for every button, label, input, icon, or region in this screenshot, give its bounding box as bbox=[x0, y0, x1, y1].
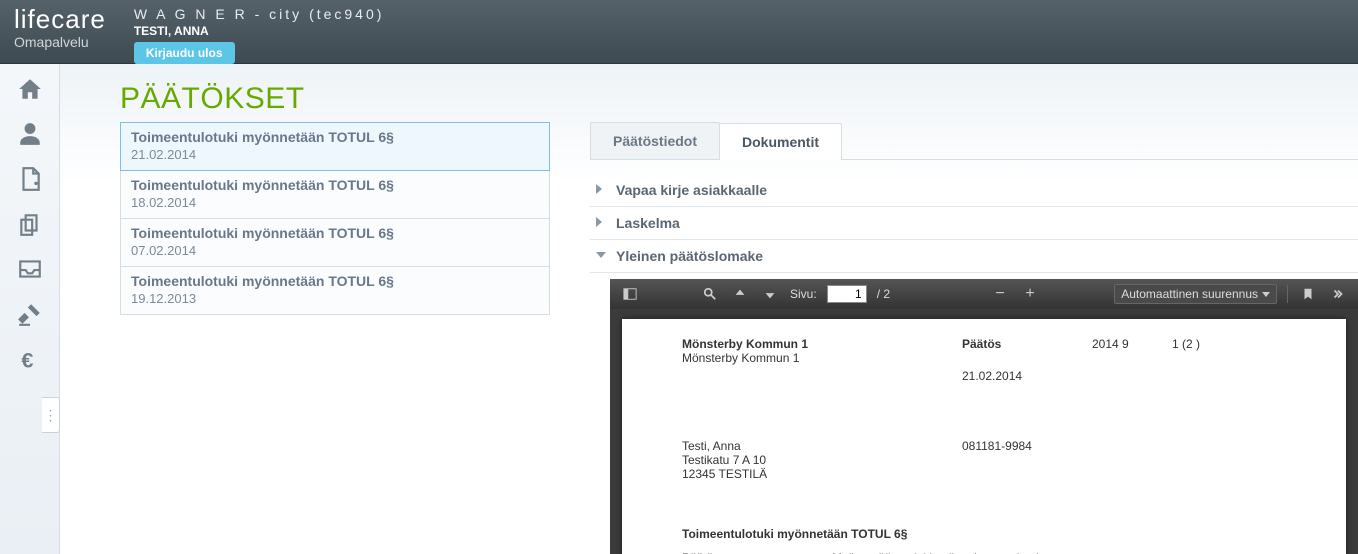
doc-page-count: 1 (2 ) bbox=[1172, 337, 1200, 383]
page-number-input[interactable] bbox=[827, 285, 867, 303]
search-icon bbox=[703, 287, 717, 301]
doc-street: Testikatu 7 A 10 bbox=[682, 453, 962, 467]
decision-list: Toimeentulotuki myönnetään TOTUL 6§ 21.0… bbox=[120, 122, 550, 554]
decision-item[interactable]: Toimeentulotuki myönnetään TOTUL 6§ 21.0… bbox=[120, 122, 550, 171]
search-button[interactable] bbox=[700, 284, 720, 304]
decision-item-date: 21.02.2014 bbox=[131, 147, 539, 162]
sidebar-toggle-button[interactable] bbox=[620, 284, 640, 304]
caret-right-icon bbox=[596, 184, 602, 194]
decision-item-date: 07.02.2014 bbox=[131, 243, 539, 258]
more-button[interactable] bbox=[1328, 284, 1348, 304]
user-block: W A G N E R - city (tec940) TESTI, ANNA … bbox=[134, 6, 385, 64]
logo-block: lifecare Omapalvelu bbox=[14, 6, 106, 50]
doc-org-name-2: Mönsterby Kommun 1 bbox=[682, 351, 962, 365]
accordion-label: Laskelma bbox=[616, 215, 680, 231]
decision-item-title: Toimeentulotuki myönnetään TOTUL 6§ bbox=[131, 273, 539, 289]
toolbar-separator bbox=[1287, 285, 1288, 303]
tab-paatostiedot[interactable]: Päätöstiedot bbox=[590, 122, 720, 159]
tab-dokumentit[interactable]: Dokumentit bbox=[719, 123, 842, 160]
gavel-icon bbox=[17, 301, 43, 327]
svg-text:€: € bbox=[21, 348, 33, 372]
document-accordion: Vapaa kirje asiakkaalle Laskelma Yleinen… bbox=[590, 174, 1358, 554]
logo-main: lifecare bbox=[14, 6, 106, 32]
doc-person-name: Testi, Anna bbox=[682, 439, 962, 453]
doc-ssn: 081181-9984 bbox=[962, 439, 1092, 481]
decision-item-date: 18.02.2014 bbox=[131, 195, 539, 210]
sidebar-item-inbox[interactable] bbox=[0, 256, 59, 287]
accordion-label: Vapaa kirje asiakkaalle bbox=[616, 182, 767, 198]
sidebar-expand-tab[interactable]: ⋮ bbox=[42, 397, 60, 433]
accordion-item-letter[interactable]: Vapaa kirje asiakkaalle bbox=[590, 174, 1358, 207]
app-header: lifecare Omapalvelu W A G N E R - city (… bbox=[0, 0, 1358, 64]
decision-item[interactable]: Toimeentulotuki myönnetään TOTUL 6§ 19.1… bbox=[120, 267, 550, 315]
minus-icon: − bbox=[995, 286, 1004, 302]
pdf-page: Mönsterby Kommun 1 Mönsterby Kommun 1 Pä… bbox=[622, 319, 1346, 554]
sidebar-item-gavel[interactable] bbox=[0, 301, 59, 332]
logo-sub: Omapalvelu bbox=[14, 34, 106, 50]
arrow-down-icon bbox=[763, 287, 777, 301]
chevrons-icon bbox=[1331, 287, 1345, 301]
zoom-in-button[interactable]: + bbox=[1020, 284, 1040, 304]
doc-date: 21.02.2014 bbox=[962, 369, 1092, 383]
doc-section-title: Toimeentulotuki myönnetään TOTUL 6§ bbox=[682, 527, 1306, 541]
caret-down-icon bbox=[596, 252, 606, 258]
arrow-up-icon bbox=[733, 287, 747, 301]
sidebar-item-euro[interactable]: € bbox=[0, 346, 59, 377]
inbox-icon bbox=[17, 256, 43, 282]
bookmark-button[interactable] bbox=[1298, 284, 1318, 304]
decision-item-title: Toimeentulotuki myönnetään TOTUL 6§ bbox=[131, 225, 539, 241]
bookmark-icon bbox=[1301, 287, 1315, 301]
document-plus-icon bbox=[17, 166, 43, 192]
accordion-item-form[interactable]: Yleinen päätöslomake bbox=[590, 240, 1358, 273]
tab-row: Päätöstiedot Dokumentit bbox=[590, 122, 1358, 160]
person-icon bbox=[17, 121, 43, 147]
plus-icon: + bbox=[1025, 286, 1034, 302]
page-title: PÄÄTÖKSET bbox=[120, 82, 1358, 116]
next-page-button[interactable] bbox=[760, 284, 780, 304]
panel-icon bbox=[623, 287, 637, 301]
sidebar-item-person[interactable] bbox=[0, 121, 59, 152]
copy-icon bbox=[17, 211, 43, 237]
sidebar: € ⋮ bbox=[0, 64, 60, 554]
doc-org-name: Mönsterby Kommun 1 bbox=[682, 337, 962, 351]
prev-page-button[interactable] bbox=[730, 284, 750, 304]
decision-item[interactable]: Toimeentulotuki myönnetään TOTUL 6§ 07.0… bbox=[120, 219, 550, 267]
doc-type: Päätös bbox=[962, 337, 1092, 351]
pdf-viewer: Sivu: / 2 − + Automaattinen suurennus bbox=[610, 279, 1358, 554]
decision-item-title: Toimeentulotuki myönnetään TOTUL 6§ bbox=[131, 177, 539, 193]
logout-button[interactable]: Kirjaudu ulos bbox=[134, 42, 235, 64]
doc-city: 12345 TESTILÄ bbox=[682, 467, 962, 481]
doc-number: 2014 9 bbox=[1092, 337, 1172, 383]
zoom-out-button[interactable]: − bbox=[990, 284, 1010, 304]
content-area: PÄÄTÖKSET Toimeentulotuki myönnetään TOT… bbox=[60, 64, 1358, 554]
zoom-select[interactable]: Automaattinen suurennus bbox=[1114, 284, 1277, 304]
pdf-toolbar: Sivu: / 2 − + Automaattinen suurennus bbox=[610, 279, 1358, 309]
sidebar-item-new-doc[interactable] bbox=[0, 166, 59, 197]
accordion-label: Yleinen päätöslomake bbox=[616, 248, 763, 264]
page-total: / 2 bbox=[877, 287, 890, 301]
accordion-item-calc[interactable]: Laskelma bbox=[590, 207, 1358, 240]
decision-item-title: Toimeentulotuki myönnetään TOTUL 6§ bbox=[131, 129, 539, 145]
decision-item-date: 19.12.2013 bbox=[131, 291, 539, 306]
decision-item[interactable]: Toimeentulotuki myönnetään TOTUL 6§ 18.0… bbox=[120, 171, 550, 219]
caret-right-icon bbox=[596, 217, 602, 227]
context-line: W A G N E R - city (tec940) bbox=[134, 6, 385, 22]
detail-panel: Päätöstiedot Dokumentit Vapaa kirje asia… bbox=[590, 122, 1358, 554]
user-name: TESTI, ANNA bbox=[134, 24, 385, 38]
euro-icon: € bbox=[17, 346, 43, 372]
sidebar-item-copy[interactable] bbox=[0, 211, 59, 242]
page-label: Sivu: bbox=[790, 287, 817, 301]
sidebar-item-home[interactable] bbox=[0, 76, 59, 107]
home-icon bbox=[17, 76, 43, 102]
